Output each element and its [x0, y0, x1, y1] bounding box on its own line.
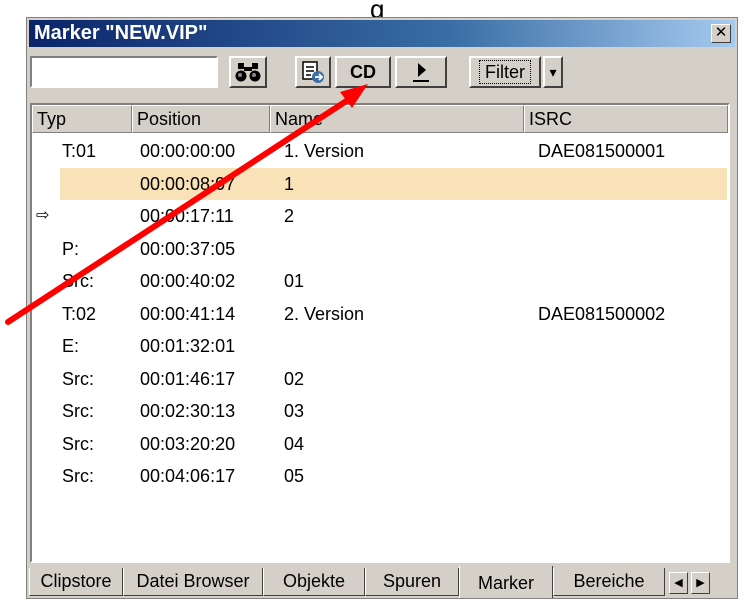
cell-position: 00:00:41:14: [140, 303, 236, 324]
cell-position: 00:04:06:17: [140, 466, 236, 486]
tab-marker[interactable]: Marker: [459, 566, 553, 598]
cell-name: 2: [284, 206, 295, 226]
cell-position: 00:00:37:05: [140, 238, 236, 259]
binoculars-icon: [235, 63, 261, 82]
cell-position: 00:00:00:00: [140, 141, 236, 161]
tab-bar: Clipstore Datei Browser Objekte Spuren M…: [27, 566, 737, 598]
window-titlebar[interactable]: Marker "NEW.VIP" ✕: [29, 20, 735, 47]
table-row[interactable]: Src: 00:04:06:17 05: [32, 460, 728, 492]
table-row[interactable]: E: 00:01:32:01: [32, 330, 728, 362]
cell-position: 00:02:30:13: [140, 401, 236, 421]
table-row[interactable]: Src: 00:00:40:02 01: [32, 265, 728, 297]
cell-position: 00:00:40:02: [140, 271, 236, 291]
arrow-left-icon: ◀: [674, 577, 683, 589]
window-title: Marker "NEW.VIP": [34, 22, 208, 44]
cd-button-label: CD: [350, 62, 376, 82]
column-header-isrc[interactable]: ISRC: [524, 105, 728, 133]
table-row[interactable]: T:02 00:00:41:14 2. Version DAE081500002: [32, 298, 728, 330]
find-button[interactable]: [229, 56, 267, 88]
cell-name: 2. Version: [284, 303, 365, 324]
cell-typ: Src:: [62, 271, 95, 291]
cell-isrc: DAE081500001: [538, 141, 666, 161]
close-button[interactable]: ✕: [711, 24, 731, 43]
marker-list[interactable]: Typ Position Name ISRC T:01 00:00:00:00 1.…: [30, 103, 730, 563]
cell-name: 01: [284, 271, 305, 291]
table-row[interactable]: Src: 00:02:30:13 03: [32, 395, 728, 427]
table-row[interactable]: P: 00:00:37:05: [32, 233, 728, 265]
cell-position: 00:03:20:20: [140, 433, 236, 454]
cell-position: 00:00:08:07: [140, 173, 236, 194]
column-header-position[interactable]: Position: [132, 105, 270, 133]
column-header-name[interactable]: Name: [270, 105, 524, 133]
cd-button[interactable]: CD: [335, 56, 391, 88]
play-button[interactable]: [395, 56, 447, 88]
tab-spuren[interactable]: Spuren: [365, 568, 459, 596]
table-row[interactable]: ⇨ 00:00:17:11 2: [32, 200, 728, 232]
cell-position: 00:01:32:01: [140, 336, 236, 356]
column-header-typ[interactable]: Typ: [32, 105, 132, 133]
table-row[interactable]: 00:00:08:07 1: [32, 167, 728, 200]
cell-name: 05: [284, 466, 305, 486]
cell-typ: Src:: [62, 368, 95, 389]
filter-button-label: Filter: [479, 60, 531, 84]
tab-clipstore[interactable]: Clipstore: [29, 568, 123, 596]
cell-position: 00:01:46:17: [140, 368, 236, 389]
cell-name: 03: [284, 401, 305, 421]
cell-name: 04: [284, 433, 305, 454]
cell-typ: T:02: [62, 303, 97, 324]
search-input[interactable]: [30, 56, 218, 88]
cell-name: 1: [284, 173, 295, 194]
cell-name: 02: [284, 368, 305, 389]
tab-bereiche[interactable]: Bereiche: [553, 568, 665, 596]
cell-position: 00:00:17:11: [140, 206, 234, 226]
export-list-button[interactable]: [295, 56, 331, 88]
list-header: Typ Position Name ISRC: [32, 105, 728, 133]
play-icon: [413, 63, 429, 82]
cell-typ: P:: [62, 238, 80, 259]
cell-typ: Src:: [62, 433, 95, 454]
close-icon: ✕: [714, 24, 728, 41]
table-row[interactable]: Src: 00:03:20:20 04: [32, 428, 728, 460]
cell-typ: Src:: [62, 466, 95, 486]
table-row[interactable]: T:01 00:00:00:00 1. Version DAE081500001: [32, 135, 728, 167]
cell-isrc: DAE081500002: [538, 303, 666, 324]
tab-objekte[interactable]: Objekte: [263, 568, 365, 596]
list-export-icon: [302, 61, 324, 83]
cell-typ: Src:: [62, 401, 95, 421]
tab-scroll-left-button[interactable]: ◀: [669, 572, 688, 594]
cell-typ: T:01: [62, 141, 97, 161]
marker-window: Marker "NEW.VIP" ✕ CD Filter ▾ Typ Posit…: [26, 17, 738, 599]
row-marker-icon: ⇨: [36, 207, 50, 224]
chevron-down-icon: ▾: [549, 64, 557, 80]
arrow-right-icon: ▶: [696, 577, 705, 589]
cell-typ: E:: [62, 336, 80, 356]
tab-scroll-right-button[interactable]: ▶: [691, 572, 710, 594]
table-row[interactable]: Src: 00:01:46:17 02: [32, 363, 728, 395]
filter-dropdown-button[interactable]: ▾: [543, 56, 563, 88]
cell-name: 1. Version: [284, 141, 365, 161]
toolbar: CD Filter ▾: [27, 50, 737, 100]
filter-button[interactable]: Filter: [469, 56, 541, 88]
tab-datei-browser[interactable]: Datei Browser: [123, 568, 263, 596]
